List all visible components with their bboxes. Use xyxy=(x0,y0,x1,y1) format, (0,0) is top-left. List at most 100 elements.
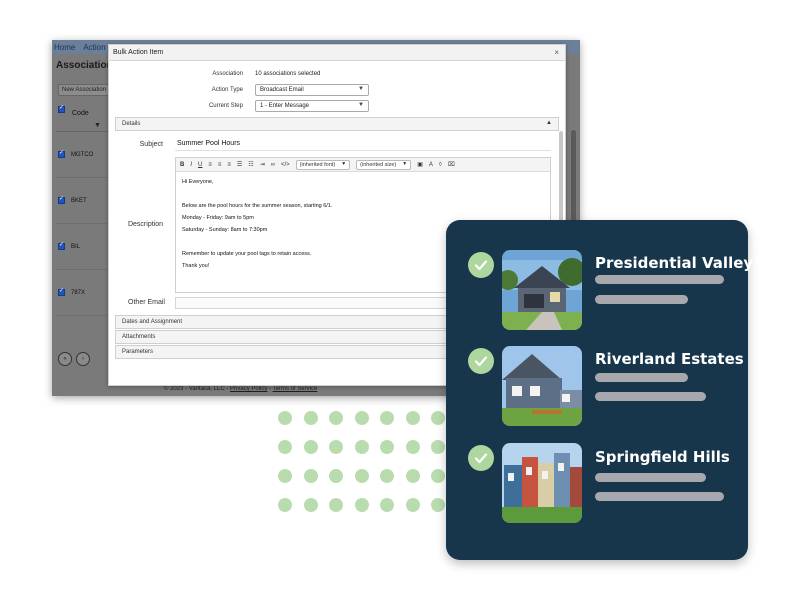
decorative-dot xyxy=(380,469,394,483)
house-photo xyxy=(502,443,582,523)
decorative-dot xyxy=(329,498,343,512)
decorative-dot xyxy=(303,469,318,483)
link-icon[interactable]: ∞ xyxy=(271,162,275,168)
decorative-dot xyxy=(278,440,292,454)
prev-page-button[interactable]: ‹ xyxy=(76,352,90,366)
row-code: BIL xyxy=(71,243,81,250)
check-icon xyxy=(468,445,494,471)
decorative-dot xyxy=(278,498,292,512)
decorative-dot xyxy=(405,469,420,483)
section-label: Parameters xyxy=(122,349,154,355)
placeholder-bar xyxy=(595,275,724,284)
chevron-down-icon: ▼ xyxy=(402,160,408,167)
row-checkbox[interactable] xyxy=(58,241,65,250)
placeholder-bar xyxy=(595,295,688,304)
row-checkbox[interactable] xyxy=(58,287,65,296)
decorative-dot xyxy=(303,498,318,512)
row-code: MGTCO xyxy=(71,151,94,158)
align-right-icon[interactable]: ≡ xyxy=(227,162,231,168)
select-all-checkbox[interactable] xyxy=(58,104,65,113)
table-row[interactable]: MGTCO xyxy=(56,132,108,178)
decorative-dot xyxy=(329,469,343,483)
decorative-dot xyxy=(431,411,445,425)
highlight-icon[interactable]: ◊ xyxy=(439,162,442,168)
current-step-value: 1 - Enter Message xyxy=(260,103,310,109)
footer-separator: - xyxy=(269,386,272,392)
action-type-row: Action Type Broadcast Email ▼ xyxy=(109,84,369,96)
text-color-icon[interactable]: A xyxy=(429,162,433,168)
privacy-policy-link[interactable]: Privacy Policy xyxy=(230,386,267,392)
details-section-header[interactable]: Details ▲ xyxy=(115,117,559,131)
chevron-down-icon: ▼ xyxy=(358,86,364,92)
current-step-select[interactable]: 1 - Enter Message ▼ xyxy=(255,100,369,112)
decorative-dot xyxy=(303,411,318,425)
editor-toolbar: B I U ≡ ≡ ≡ ☰ ☷ ⇥ ∞ </> (inherited font)… xyxy=(176,158,550,172)
action-type-select[interactable]: Broadcast Email ▼ xyxy=(255,84,369,96)
bullet-list-icon[interactable]: ☰ xyxy=(237,161,242,168)
font-select-value: (inherited font) xyxy=(299,161,336,168)
action-type-value: Broadcast Email xyxy=(260,87,304,93)
section-label: Dates and Assignment xyxy=(122,319,183,325)
description-label: Description xyxy=(127,221,163,228)
nav-item-home[interactable]: Home xyxy=(54,43,75,52)
decorative-dot xyxy=(380,411,394,425)
check-icon xyxy=(468,252,494,278)
dialog-titlebar: Bulk Action Item × xyxy=(109,45,565,61)
decorative-dot xyxy=(405,440,420,454)
align-center-icon[interactable]: ≡ xyxy=(218,162,222,168)
decorative-dot xyxy=(354,498,369,512)
current-step-row: Current Step 1 - Enter Message ▼ xyxy=(109,100,369,112)
italic-button[interactable]: I xyxy=(190,162,192,168)
decorative-dot xyxy=(380,440,394,454)
row-code: 787X xyxy=(71,289,86,296)
collapse-icon[interactable]: ▲ xyxy=(546,120,552,126)
size-select[interactable]: (inherited size) ▼ xyxy=(356,159,412,170)
community-name: Presidential Valley xyxy=(595,254,754,272)
close-icon[interactable]: × xyxy=(554,48,559,57)
check-icon xyxy=(468,348,494,374)
message-line: Below are the pool hours for the summer … xyxy=(182,203,333,209)
association-row: Association 10 associations selected xyxy=(109,71,320,77)
size-select-value: (inherited size) xyxy=(360,161,397,168)
decorative-dot xyxy=(354,411,369,425)
filter-icon[interactable]: ▼ xyxy=(94,122,101,129)
subject-label: Subject xyxy=(139,141,163,148)
row-checkbox[interactable] xyxy=(58,195,65,204)
code-icon[interactable]: </> xyxy=(281,162,290,168)
decorative-dot xyxy=(354,440,369,454)
pager: « ‹ xyxy=(58,352,90,366)
decorative-dot xyxy=(431,498,445,512)
placeholder-bar xyxy=(595,392,706,401)
bold-button[interactable]: B xyxy=(180,162,184,168)
house-photo xyxy=(502,346,582,426)
marketing-composite: Home Action It Associations New Associat… xyxy=(0,0,800,600)
code-column-header[interactable]: Code xyxy=(72,110,89,117)
new-association-button[interactable]: New Association xyxy=(58,84,111,96)
decorative-dot xyxy=(431,440,445,454)
clear-format-icon[interactable]: ⌧ xyxy=(448,161,455,168)
association-table: Code ▼ MGTCO BKET BIL 787X xyxy=(56,104,108,316)
first-page-button[interactable]: « xyxy=(58,352,72,366)
placeholder-bar xyxy=(595,473,706,482)
indent-icon[interactable]: ⇥ xyxy=(260,161,265,168)
table-header: Code ▼ xyxy=(56,104,108,132)
subject-input[interactable]: Summer Pool Hours xyxy=(175,137,551,151)
table-row[interactable]: BIL xyxy=(56,224,108,270)
numbered-list-icon[interactable]: ☷ xyxy=(248,161,253,168)
align-left-icon[interactable]: ≡ xyxy=(208,162,212,168)
decorative-dot xyxy=(405,411,420,425)
font-select[interactable]: (inherited font) ▼ xyxy=(295,159,351,170)
table-row[interactable]: BKET xyxy=(56,178,108,224)
image-icon[interactable]: ▣ xyxy=(417,161,423,168)
decorative-dot xyxy=(431,469,445,483)
table-row[interactable]: 787X xyxy=(56,270,108,316)
row-checkbox[interactable] xyxy=(58,149,65,158)
section-label: Attachments xyxy=(122,334,156,340)
association-value: 10 associations selected xyxy=(255,71,321,77)
terms-of-service-link[interactable]: Terms of Service xyxy=(273,386,318,392)
current-step-label: Current Step xyxy=(208,103,243,109)
other-email-label: Other Email xyxy=(128,299,165,306)
dialog-title: Bulk Action Item xyxy=(113,49,164,56)
decorative-dot xyxy=(354,469,369,483)
underline-button[interactable]: U xyxy=(198,162,202,168)
